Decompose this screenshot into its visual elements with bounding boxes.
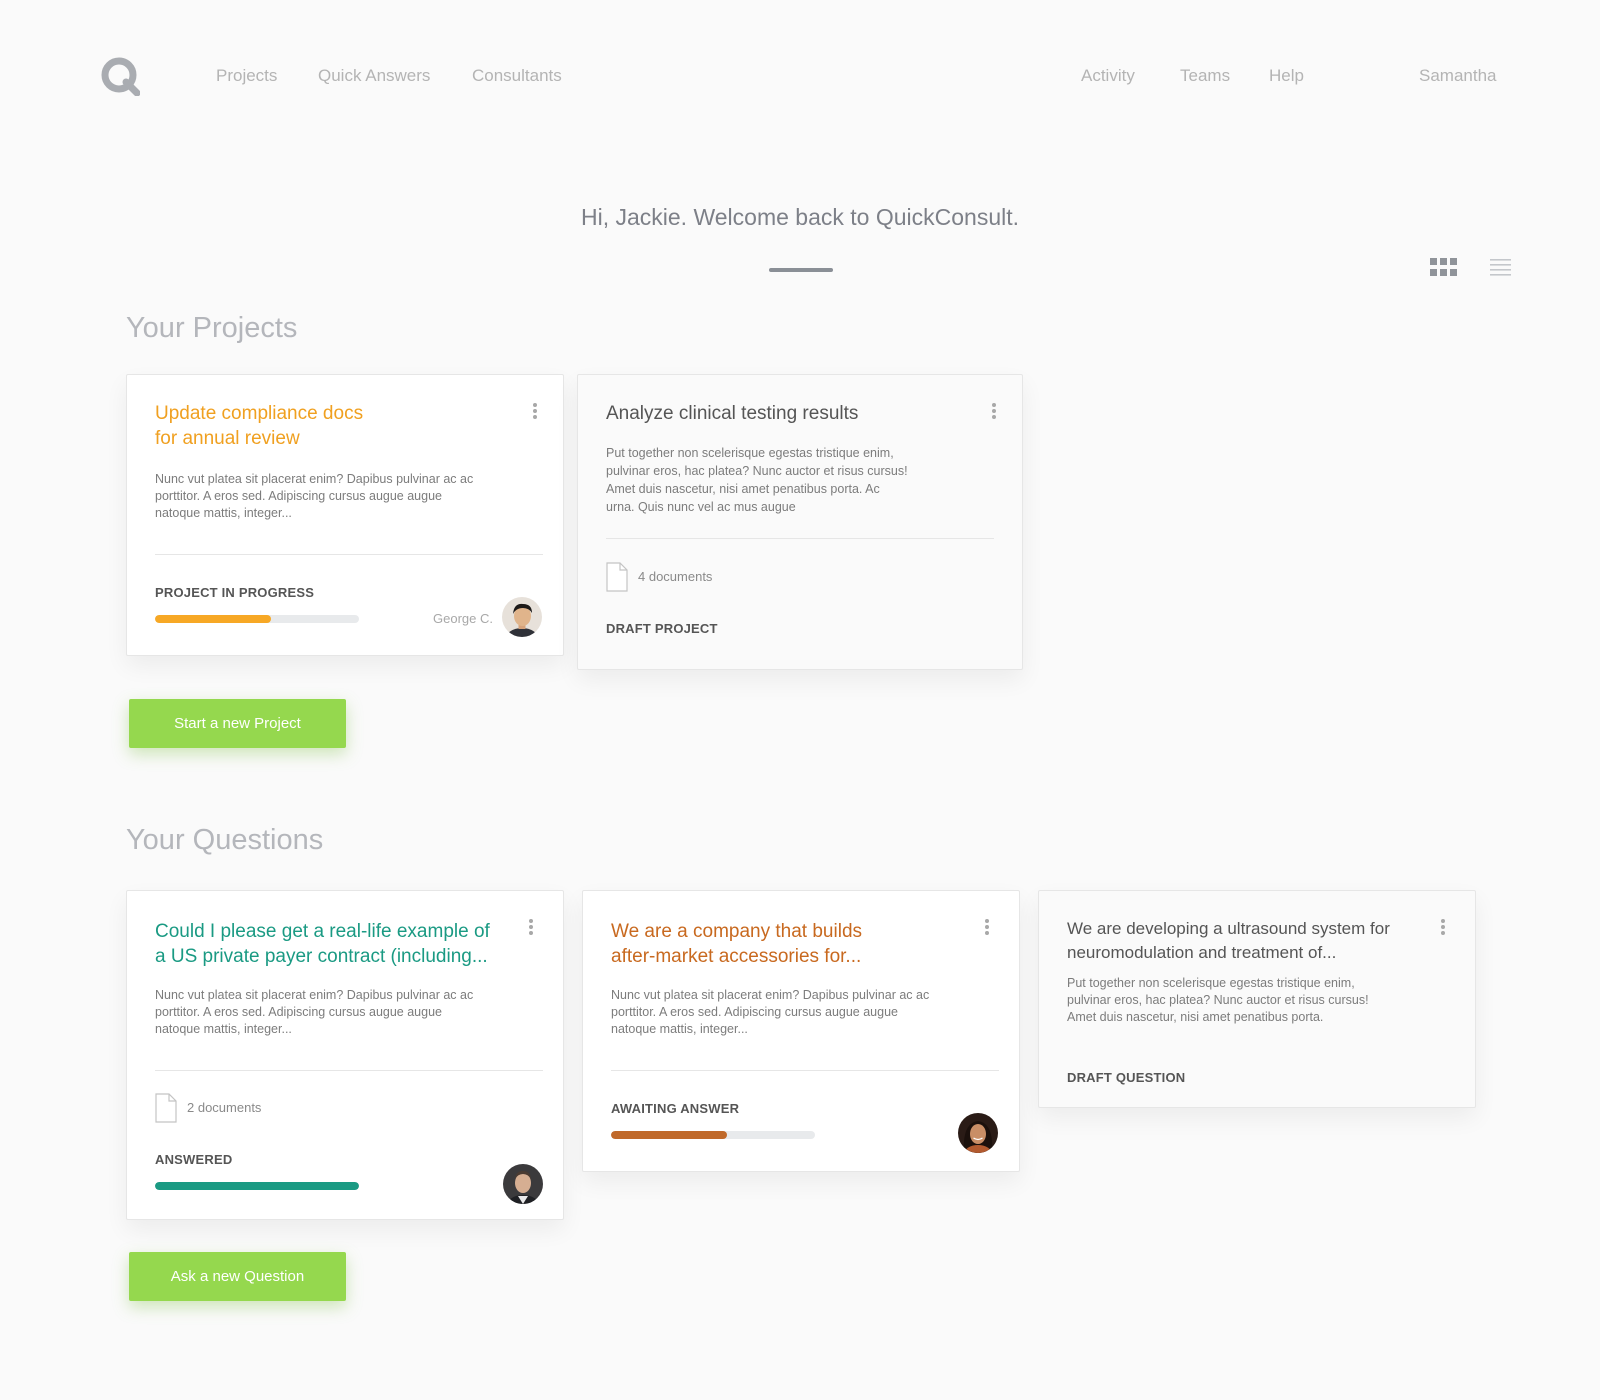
description-line: pulvinar eros, hac platea? Nunc auctor e… xyxy=(606,464,908,478)
grid-view-icon[interactable] xyxy=(1430,258,1458,278)
project-title[interactable]: Analyze clinical testing results xyxy=(606,401,858,426)
ask-new-question-button[interactable]: Ask a new Question xyxy=(129,1252,346,1301)
progress-bar xyxy=(155,615,359,623)
user-menu-link[interactable]: Samantha xyxy=(1419,66,1497,86)
nav-projects-link[interactable]: Projects xyxy=(216,66,277,86)
project-description: Nunc vut platea sit placerat enim? Dapib… xyxy=(155,471,473,522)
question-title[interactable]: Could I please get a real-life example o… xyxy=(155,919,490,969)
project-card[interactable]: Update compliance docs for annual review… xyxy=(126,374,564,656)
card-menu-icon[interactable] xyxy=(988,401,1000,421)
question-title-line: neuromodulation and treatment of... xyxy=(1067,943,1337,962)
description-line: natoque mattis, integer... xyxy=(611,1022,748,1036)
question-title-line: a US private payer contract (including..… xyxy=(155,946,488,967)
project-title-line: for annual review xyxy=(155,428,300,449)
progress-bar xyxy=(611,1131,815,1139)
description-line: Amet duis nascetur, nisi amet penatibus … xyxy=(1067,1010,1324,1024)
document-icon xyxy=(606,562,628,592)
progress-bar-fill xyxy=(155,615,272,623)
question-title-line: We are developing a ultrasound system fo… xyxy=(1067,919,1390,938)
documents-count: 4 documents xyxy=(638,569,713,584)
quickconsult-logo-icon[interactable] xyxy=(100,56,140,96)
card-menu-icon[interactable] xyxy=(529,401,541,421)
card-divider xyxy=(155,554,543,555)
progress-bar xyxy=(155,1182,359,1190)
question-title-line: after-market accessories for... xyxy=(611,946,862,967)
description-line: natoque mattis, integer... xyxy=(155,506,292,520)
card-divider xyxy=(611,1070,999,1071)
progress-bar-fill xyxy=(611,1131,728,1139)
assignee-name: George C. xyxy=(433,611,493,626)
question-description: Put together non scelerisque egestas tri… xyxy=(1067,975,1369,1026)
nav-activity-link[interactable]: Activity xyxy=(1081,66,1135,86)
avatar[interactable] xyxy=(502,597,542,637)
project-title-line: Update compliance docs xyxy=(155,403,364,424)
question-title-line: Could I please get a real-life example o… xyxy=(155,921,490,942)
status-label: DRAFT PROJECT xyxy=(606,621,718,636)
description-line: pulvinar eros, hac platea? Nunc auctor e… xyxy=(1067,993,1369,1007)
description-line: Amet duis nascetur, nisi amet penatibus … xyxy=(606,482,880,496)
project-title[interactable]: Update compliance docs for annual review xyxy=(155,401,363,451)
nav-quick-answers-link[interactable]: Quick Answers xyxy=(318,66,430,86)
project-description: Put together non scelerisque egestas tri… xyxy=(606,444,908,516)
welcome-divider xyxy=(769,268,833,272)
question-description: Nunc vut platea sit placerat enim? Dapib… xyxy=(155,987,473,1038)
project-card[interactable]: Analyze clinical testing results Put tog… xyxy=(577,374,1023,670)
description-line: Nunc vut platea sit placerat enim? Dapib… xyxy=(155,988,474,1002)
description-line: porttitor. A eros sed. Adipiscing cursus… xyxy=(155,1005,442,1019)
description-line: porttitor. A eros sed. Adipiscing cursus… xyxy=(611,1005,898,1019)
status-label: PROJECT IN PROGRESS xyxy=(155,585,315,600)
start-new-project-button[interactable]: Start a new Project xyxy=(129,699,346,748)
question-title[interactable]: We are developing a ultrasound system fo… xyxy=(1067,917,1390,965)
avatar[interactable] xyxy=(958,1113,998,1153)
nav-help-link[interactable]: Help xyxy=(1269,66,1304,86)
question-card[interactable]: Could I please get a real-life example o… xyxy=(126,890,564,1220)
progress-bar-fill xyxy=(155,1182,359,1190)
welcome-message: Hi, Jackie. Welcome back to QuickConsult… xyxy=(580,204,1019,230)
description-line: Nunc vut platea sit placerat enim? Dapib… xyxy=(611,988,930,1002)
card-divider xyxy=(155,1070,543,1071)
list-view-icon[interactable] xyxy=(1490,258,1512,278)
status-label: AWAITING ANSWER xyxy=(611,1101,740,1116)
documents-count: 2 documents xyxy=(187,1100,262,1115)
status-label: DRAFT QUESTION xyxy=(1067,1070,1186,1085)
question-description: Nunc vut platea sit placerat enim? Dapib… xyxy=(611,987,929,1038)
card-divider xyxy=(606,538,994,539)
description-line: Put together non scelerisque egestas tri… xyxy=(1067,976,1355,990)
projects-section-title: Your Projects xyxy=(126,312,298,344)
description-line: Put together non scelerisque egestas tri… xyxy=(606,446,894,460)
question-card[interactable]: We are a company that builds after-marke… xyxy=(582,890,1020,1172)
dashboard-page: Projects Quick Answers Consultants Activ… xyxy=(0,0,1600,1400)
card-menu-icon[interactable] xyxy=(525,917,537,937)
nav-consultants-link[interactable]: Consultants xyxy=(472,66,562,86)
nav-teams-link[interactable]: Teams xyxy=(1180,66,1230,86)
description-line: natoque mattis, integer... xyxy=(155,1022,292,1036)
question-title-line: We are a company that builds xyxy=(611,921,863,942)
description-line: porttitor. A eros sed. Adipiscing cursus… xyxy=(155,489,442,503)
card-menu-icon[interactable] xyxy=(1437,917,1449,937)
question-card[interactable]: We are developing a ultrasound system fo… xyxy=(1038,890,1476,1108)
questions-section-title: Your Questions xyxy=(126,824,324,856)
description-line: Nunc vut platea sit placerat enim? Dapib… xyxy=(155,472,474,486)
avatar[interactable] xyxy=(503,1164,543,1204)
card-menu-icon[interactable] xyxy=(981,917,993,937)
status-label: ANSWERED xyxy=(155,1152,233,1167)
description-line: urna. Quis nunc vel ac mus augue xyxy=(606,500,796,514)
document-icon xyxy=(155,1093,177,1123)
question-title[interactable]: We are a company that builds after-marke… xyxy=(611,919,862,969)
